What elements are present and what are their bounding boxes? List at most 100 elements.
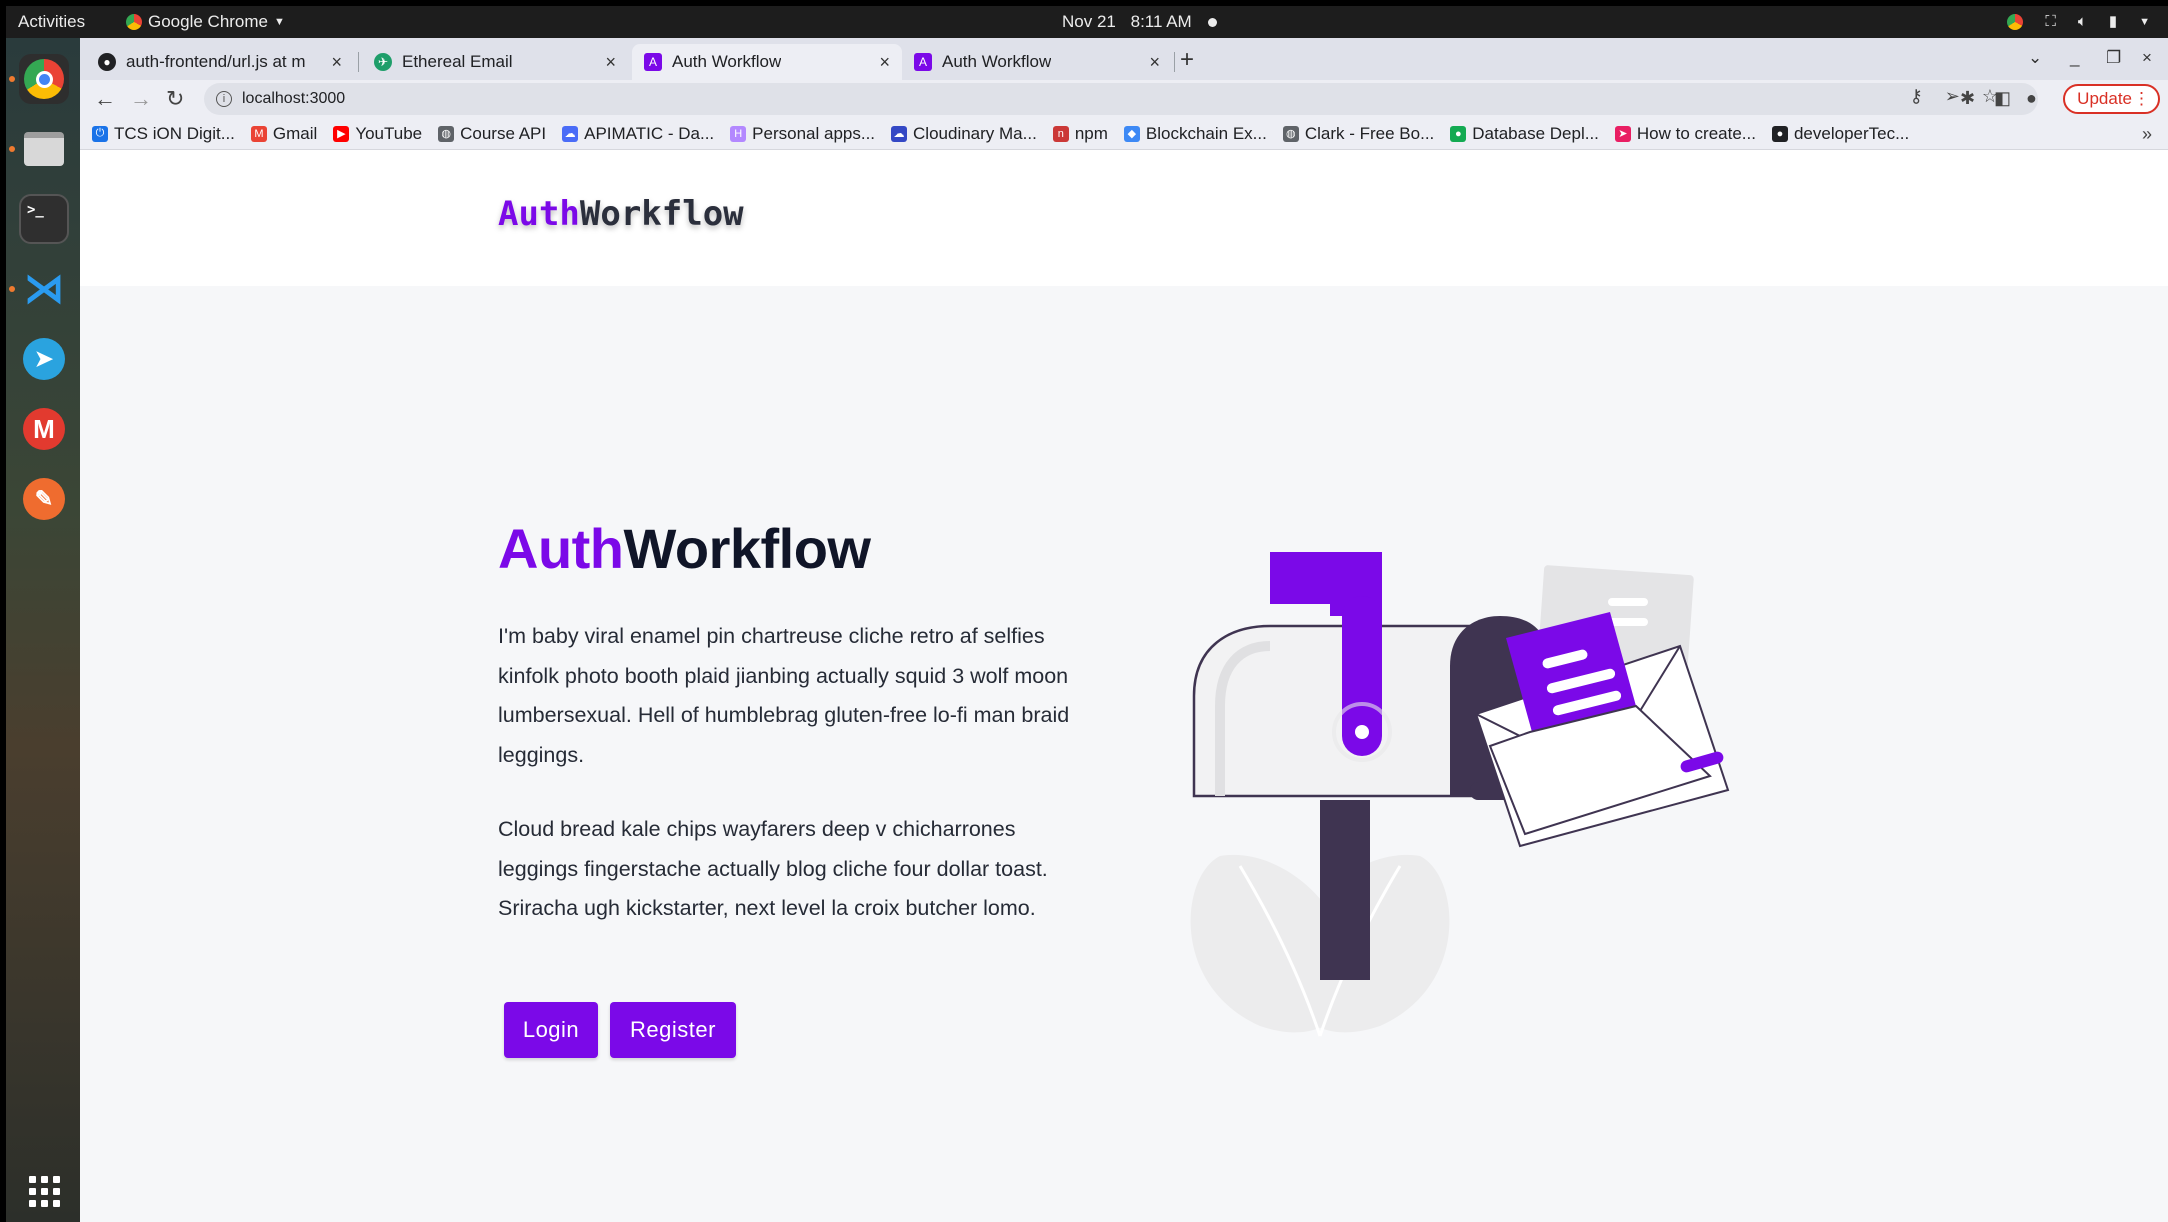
ethereal-icon: ✈: [374, 53, 392, 71]
window-close-icon[interactable]: ×: [2142, 48, 2152, 68]
hero-paragraph-1: I'm baby viral enamel pin chartreuse cli…: [498, 624, 1070, 767]
running-indicator: [9, 76, 15, 82]
system-top-bar: Activities Google Chrome ▼ Nov 21 8:11 A…: [6, 6, 2168, 38]
vscode-dock-icon[interactable]: ⋊: [19, 264, 69, 314]
back-icon[interactable]: ←: [94, 86, 116, 112]
login-button[interactable]: Login: [504, 1002, 598, 1058]
site-info-icon[interactable]: i: [216, 91, 232, 107]
extensions-icon[interactable]: ✱: [1960, 88, 1975, 109]
bookmark-item[interactable]: ☁ Cloudinary Ma...: [891, 124, 1037, 144]
activities-button[interactable]: Activities: [18, 6, 85, 38]
tab-label: auth-frontend/url.js at m: [126, 52, 306, 71]
browser-toolbar: ← → ↻ i localhost:3000 ⚷ ➢ ☆ ✱ ◧ ● Updat…: [80, 80, 2168, 118]
avatar[interactable]: ●: [2026, 88, 2037, 109]
network-icon: ⛶: [2045, 13, 2056, 30]
close-icon[interactable]: ×: [331, 52, 342, 73]
bookmark-label: Gmail: [272, 123, 318, 143]
minimize-icon[interactable]: _: [2070, 48, 2079, 68]
bookmark-favicon-icon: ☁: [562, 125, 579, 142]
site-navbar: AuthWorkflow: [80, 150, 2168, 286]
bookmark-item[interactable]: ● developerTec...: [1771, 124, 1909, 144]
more-icon: ⋮: [2133, 89, 2150, 108]
bookmarks-bar: ⏻ TCS iON Digit... M Gmail ▶ YouTube ◍ Course A…: [80, 118, 2168, 150]
bookmark-item[interactable]: M Gmail: [250, 123, 318, 144]
github-icon: ●: [98, 53, 116, 71]
desktop-screen: Activities Google Chrome ▼ Nov 21 8:11 A…: [6, 6, 2168, 1222]
site-logo[interactable]: AuthWorkflow: [498, 194, 744, 234]
bookmark-item[interactable]: ◍ Clark - Free Bo...: [1282, 124, 1434, 144]
bookmark-item[interactable]: ☁ APIMATIC - Da...: [562, 124, 714, 144]
key-icon[interactable]: ⚷: [1910, 86, 1923, 107]
mailbox-illustration: [1190, 552, 1730, 1037]
show-apps-icon[interactable]: [19, 1166, 69, 1216]
tab-strip: ● auth-frontend/url.js at m × ✈ Ethereal…: [80, 38, 2168, 80]
tab-search-icon[interactable]: ⌄: [2028, 48, 2042, 68]
send-icon[interactable]: ➢: [1945, 86, 1960, 107]
bookmark-favicon-icon: ☁: [891, 125, 908, 142]
hero-title: AuthWorkflow: [498, 516, 871, 581]
forward-icon[interactable]: →: [130, 86, 152, 112]
gmail-dock-icon[interactable]: M: [19, 404, 69, 454]
bookmark-favicon-icon: ▶: [333, 125, 350, 142]
auth-workflow-icon: A: [644, 53, 662, 71]
bookmark-label: TCS iON Digit...: [114, 123, 235, 143]
bookmark-item[interactable]: ● Database Depl...: [1450, 124, 1599, 144]
tab-github[interactable]: ● auth-frontend/url.js at m ×: [86, 44, 354, 80]
bookmark-label: Blockchain Ex...: [1145, 123, 1267, 143]
hero-title-rest: Workflow: [623, 517, 871, 580]
chrome-tray-icon: [2007, 14, 2024, 30]
bookmark-item[interactable]: n npm: [1052, 124, 1108, 144]
bookmark-item[interactable]: ◆ Blockchain Ex...: [1123, 123, 1267, 144]
chrome-dock-icon[interactable]: [19, 54, 69, 104]
bookmark-item[interactable]: H Personal apps...: [730, 124, 875, 144]
register-button[interactable]: Register: [610, 1002, 736, 1058]
bookmark-item[interactable]: ➤ How to create...: [1614, 123, 1756, 144]
app-menu-label: Google Chrome: [148, 12, 269, 31]
bookmark-label: How to create...: [1636, 123, 1756, 143]
side-panel-icon[interactable]: ◧: [1994, 88, 2011, 109]
notification-dot: [1208, 18, 1218, 28]
close-icon[interactable]: ×: [879, 52, 890, 73]
address-bar[interactable]: i localhost:3000: [204, 83, 2038, 115]
bookmark-favicon-icon: ➤: [1614, 125, 1631, 142]
tab-auth-workflow-active[interactable]: A Auth Workflow ×: [632, 44, 902, 80]
telegram-dock-icon[interactable]: ➤: [19, 334, 69, 384]
close-icon[interactable]: ×: [605, 52, 616, 73]
hero-paragraph-2: Cloud bread kale chips wayfarers deep v …: [498, 817, 1048, 920]
mailbox-post: [1320, 800, 1370, 980]
postman-dock-icon[interactable]: ✎: [19, 474, 69, 524]
update-button[interactable]: Update ⋮: [2063, 84, 2160, 114]
url-text: localhost:3000: [242, 90, 346, 107]
bookmark-item[interactable]: ◍ Course API: [438, 124, 546, 144]
bookmark-item[interactable]: ▶ YouTube: [333, 124, 422, 144]
system-tray[interactable]: ⛶ 🔈︎ ▮ ▼: [2007, 6, 2150, 38]
bookmark-label: YouTube: [355, 123, 423, 143]
reload-icon[interactable]: ↻: [166, 86, 184, 112]
web-page: AuthWorkflow AuthWorkflow I'm baby viral…: [80, 150, 2168, 1222]
restore-icon[interactable]: ❐: [2106, 48, 2121, 68]
omnibox-actions: ⚷ ➢ ☆: [1910, 86, 1998, 107]
bookmark-favicon-icon: M: [250, 125, 267, 142]
tab-label: Ethereal Email: [402, 52, 513, 71]
bookmark-favicon-icon: ⏻: [92, 125, 108, 142]
clock[interactable]: Nov 21 8:11 AM: [1062, 6, 1218, 38]
tab-ethereal[interactable]: ✈ Ethereal Email ×: [362, 44, 628, 80]
terminal-dock-icon[interactable]: >_: [19, 194, 69, 244]
close-icon[interactable]: ×: [1149, 52, 1160, 73]
battery-icon: ▮: [2108, 13, 2118, 30]
bookmark-label: Course API: [460, 123, 547, 143]
files-dock-icon[interactable]: [19, 124, 69, 174]
tab-separator: [1174, 52, 1175, 72]
tab-separator: [358, 52, 359, 72]
clock-date: Nov 21: [1062, 12, 1116, 31]
hero-title-accent: Auth: [498, 517, 624, 580]
tab-auth-workflow[interactable]: A Auth Workflow ×: [902, 44, 1172, 80]
app-menu[interactable]: Google Chrome ▼: [126, 6, 285, 38]
tab-label: Auth Workflow: [942, 52, 1052, 71]
running-indicator: [9, 146, 15, 152]
logo-rest-text: Workflow: [579, 194, 744, 234]
bookmark-item[interactable]: ⏻ TCS iON Digit...: [92, 124, 235, 144]
more-bookmarks-icon[interactable]: »: [2142, 124, 2152, 145]
auth-workflow-icon: A: [914, 53, 932, 71]
new-tab-button[interactable]: +: [1180, 46, 1194, 74]
